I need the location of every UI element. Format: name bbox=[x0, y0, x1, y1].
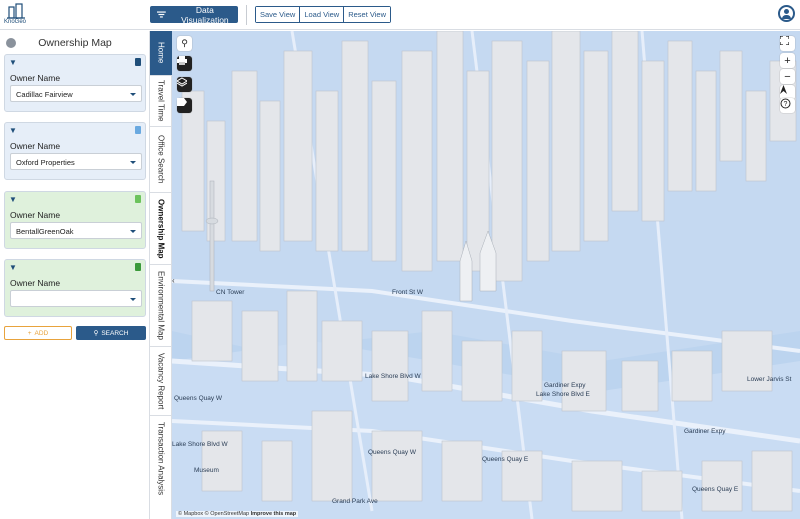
map-label-lake-shore: Lake Shore Blvd W bbox=[365, 373, 421, 380]
map-label-queens-quay-2: Queens Quay W bbox=[368, 449, 417, 456]
caret-down-icon bbox=[130, 230, 136, 233]
view-button-group: Save View Load View Reset View bbox=[255, 6, 391, 23]
tab-environmental-map[interactable]: Environmental Map bbox=[150, 265, 172, 347]
owner-name-value: BentallGreenOak bbox=[16, 227, 74, 236]
map-attribution: © Mapbox © OpenStreetMap Improve this ma… bbox=[176, 511, 299, 517]
owner-name-label: Owner Name bbox=[10, 278, 61, 288]
paint-bucket-icon[interactable]: ▼ bbox=[9, 195, 17, 204]
map-label-grand-park: Grand Park Ave bbox=[332, 498, 378, 505]
layers-icon[interactable] bbox=[177, 77, 192, 92]
tab-travel-time-label: Travel Time bbox=[156, 80, 166, 122]
save-view-button[interactable]: Save View bbox=[256, 7, 301, 22]
vertical-tab-bar: Home Travel Time Office Search Ownership… bbox=[150, 31, 172, 519]
tab-ownership-map[interactable]: Ownership Map bbox=[150, 193, 172, 265]
load-view-button[interactable]: Load View bbox=[300, 7, 345, 22]
trash-icon[interactable] bbox=[135, 195, 141, 203]
map-canvas[interactable]: CN Tower Front St W Lake Shore Blvd W Ga… bbox=[172, 31, 800, 519]
paint-bucket-icon[interactable]: ▼ bbox=[9, 58, 17, 67]
fullscreen-icon[interactable] bbox=[780, 36, 795, 51]
svg-text:?: ? bbox=[784, 101, 788, 108]
tab-home-label: Home bbox=[156, 42, 166, 64]
map-3d-buildings bbox=[172, 31, 800, 519]
caret-down-icon bbox=[130, 161, 136, 164]
owner-name-select[interactable] bbox=[10, 290, 142, 307]
label-tag-icon[interactable] bbox=[177, 98, 192, 113]
map-label-lake-shore-e: Lake Shore Blvd E bbox=[536, 391, 590, 398]
map-label-lake-shore-w: Lake Shore Blvd W bbox=[172, 441, 228, 448]
tab-vacancy-report-label: Vacancy Report bbox=[156, 352, 166, 410]
data-visualization-label: Data Visualization bbox=[181, 4, 229, 25]
map-search-icon[interactable]: ⚲ bbox=[177, 36, 192, 51]
map-label-queens-quay-e-2: Queens Quay E bbox=[692, 486, 739, 493]
map-label-gardiner-2: Gardiner Expy bbox=[684, 428, 726, 435]
owner-name-label: Owner Name bbox=[10, 141, 61, 151]
owner-name-value: Cadillac Fairview bbox=[16, 90, 73, 99]
logo-text: KnoGeo bbox=[4, 19, 27, 25]
owner-card: ▼ Owner Name BentallGreenOak bbox=[4, 191, 146, 249]
paint-bucket-icon[interactable]: ▼ bbox=[9, 126, 17, 135]
tab-vacancy-report[interactable]: Vacancy Report bbox=[150, 347, 172, 416]
trash-icon[interactable] bbox=[135, 263, 141, 271]
top-bar: KnoGeo Data Visualization Save View Load… bbox=[0, 0, 800, 30]
zoom-out-icon[interactable]: − bbox=[780, 69, 795, 84]
map-label-queens-quay-e: Queens Quay E bbox=[482, 456, 529, 463]
add-label: ADD bbox=[34, 329, 49, 337]
user-account-icon[interactable] bbox=[778, 5, 795, 22]
attribution-text: © Mapbox © OpenStreetMap bbox=[178, 511, 250, 517]
map-label-gardiner: Gardiner Expy bbox=[544, 382, 586, 389]
map-label-queens-quay: Queens Quay W bbox=[174, 395, 223, 402]
help-icon[interactable]: ? bbox=[780, 98, 795, 113]
zoom-in-icon[interactable]: + bbox=[780, 53, 795, 68]
search-button[interactable]: ⚲ SEARCH bbox=[76, 326, 146, 340]
map-label-front-st: Front St W bbox=[392, 289, 424, 296]
tab-transaction-analysis[interactable]: Transaction Analysis bbox=[150, 416, 172, 502]
data-visualization-button[interactable]: Data Visualization bbox=[150, 4, 238, 25]
search-icon: ⚲ bbox=[93, 330, 99, 337]
owner-name-select[interactable]: Oxford Properties bbox=[10, 153, 142, 170]
tab-environmental-map-label: Environmental Map bbox=[156, 271, 166, 340]
plus-icon: + bbox=[27, 329, 32, 337]
reset-view-button[interactable]: Reset View bbox=[344, 7, 390, 22]
panel-title: Ownership Map bbox=[38, 37, 112, 49]
print-icon[interactable] bbox=[177, 56, 192, 71]
add-button[interactable]: + ADD bbox=[4, 326, 72, 340]
owner-card: ▼ Owner Name bbox=[4, 259, 146, 317]
tab-office-search[interactable]: Office Search bbox=[150, 127, 172, 193]
trash-icon[interactable] bbox=[135, 58, 141, 66]
tab-home[interactable]: Home bbox=[150, 31, 172, 76]
map-label-lower-jarvis: Lower Jarvis St bbox=[747, 376, 792, 383]
tab-transaction-analysis-label: Transaction Analysis bbox=[156, 422, 166, 496]
toolbar-divider bbox=[246, 5, 247, 25]
paint-bucket-icon[interactable]: ▼ bbox=[9, 263, 17, 272]
map-label-cn-tower: CN Tower bbox=[216, 289, 245, 296]
owner-name-select[interactable]: Cadillac Fairview bbox=[10, 85, 142, 102]
ownership-panel: Ownership Map ▼ Owner Name Cadillac Fair… bbox=[0, 31, 150, 519]
improve-map-link[interactable]: Improve this map bbox=[251, 511, 297, 517]
owner-name-value: Oxford Properties bbox=[16, 158, 75, 167]
owner-name-label: Owner Name bbox=[10, 73, 61, 83]
trash-icon[interactable] bbox=[135, 126, 141, 134]
tab-travel-time[interactable]: Travel Time bbox=[150, 76, 172, 127]
collapse-panel-icon[interactable]: ‹ bbox=[172, 276, 175, 285]
owner-card: ▼ Owner Name Oxford Properties bbox=[4, 122, 146, 180]
owner-name-label: Owner Name bbox=[10, 210, 61, 220]
tab-office-search-label: Office Search bbox=[156, 135, 166, 184]
owner-name-select[interactable]: BentallGreenOak bbox=[10, 222, 142, 239]
filter-icon bbox=[157, 11, 166, 18]
search-label: SEARCH bbox=[101, 329, 129, 337]
caret-down-icon bbox=[130, 298, 136, 301]
owner-card: ▼ Owner Name Cadillac Fairview bbox=[4, 54, 146, 112]
map-label-museum: Museum bbox=[194, 467, 219, 474]
caret-down-icon bbox=[130, 93, 136, 96]
tab-ownership-map-label: Ownership Map bbox=[156, 198, 166, 259]
